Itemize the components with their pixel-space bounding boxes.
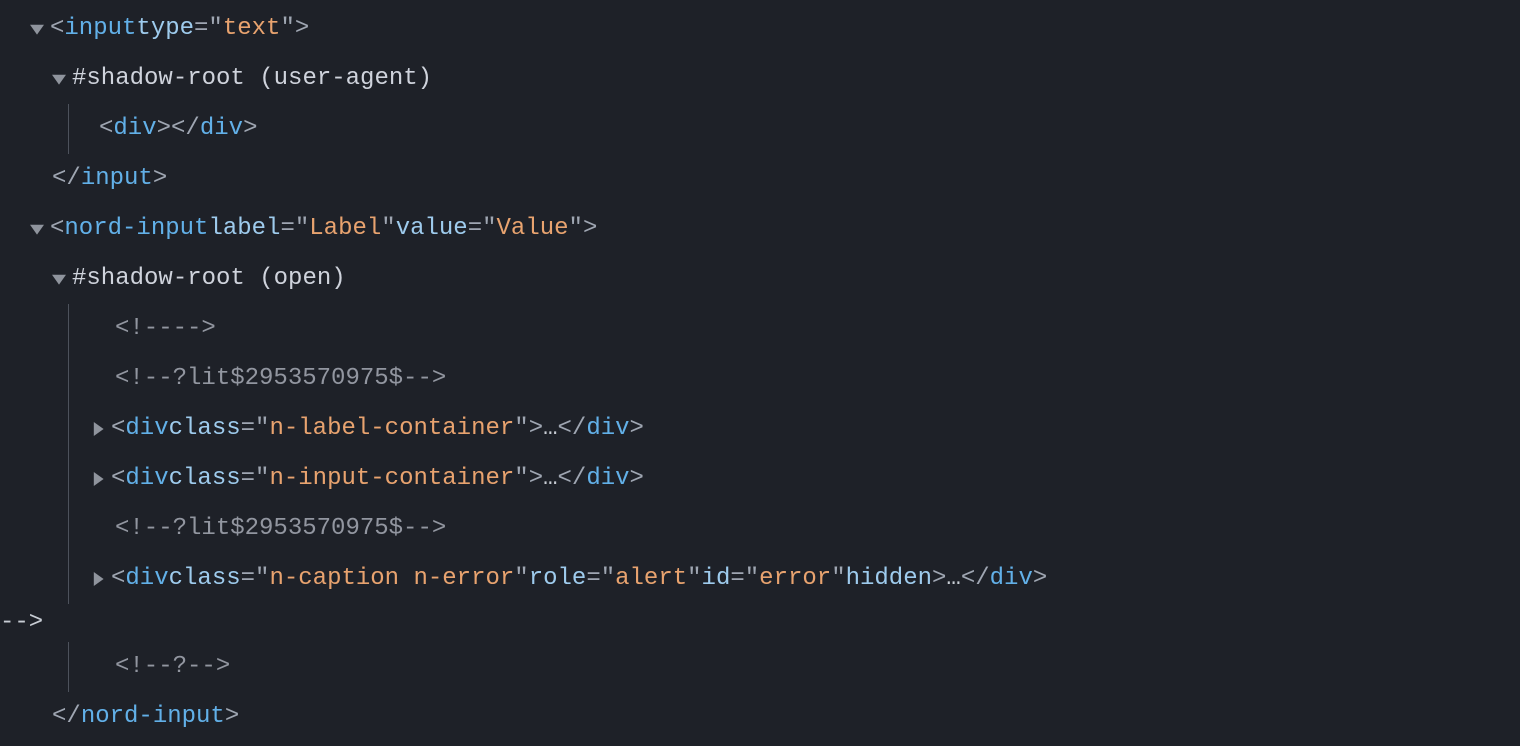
tag-name: input bbox=[81, 160, 153, 198]
tag-name: div bbox=[113, 110, 156, 148]
attr-value-id: error bbox=[759, 560, 831, 598]
attr-name-value: value bbox=[396, 210, 468, 248]
attr-name-label: label bbox=[208, 210, 280, 248]
comment-text: <!----> bbox=[115, 310, 216, 348]
open-bracket: < bbox=[50, 10, 64, 48]
chevron-down-icon[interactable] bbox=[50, 270, 68, 288]
dom-node-div-caption-error[interactable]: <div class="n-caption n-error" role="ale… bbox=[0, 554, 1520, 604]
attr-name-hidden: hidden bbox=[846, 560, 932, 598]
dom-node-div-label-container[interactable]: <div class="n-label-container">…</div> bbox=[0, 404, 1520, 454]
dom-node-input-close[interactable]: </input> bbox=[0, 154, 1520, 204]
attr-value-value: Value bbox=[497, 210, 569, 248]
tag-name: nord-input bbox=[64, 210, 208, 248]
comment-text: <!--?lit$2953570975$--> bbox=[115, 510, 446, 548]
attr-value-class: n-caption n-error bbox=[269, 560, 514, 598]
dom-node-div-input-container[interactable]: <div class=" n-input-container ">…</div> bbox=[0, 454, 1520, 504]
shadow-root-label: #shadow-root (user-agent) bbox=[72, 60, 432, 98]
tag-name: input bbox=[64, 10, 136, 48]
comment-node[interactable]: <!--?lit$2953570975$--> bbox=[0, 504, 1520, 554]
attr-value-type: text bbox=[223, 10, 281, 48]
ellipsis[interactable]: … bbox=[543, 410, 557, 448]
tag-name: div bbox=[125, 460, 168, 498]
shadow-root-user-agent[interactable]: #shadow-root (user-agent) bbox=[0, 54, 1520, 104]
attr-value-label: Label bbox=[309, 210, 381, 248]
attr-name-id: id bbox=[702, 560, 731, 598]
ellipsis[interactable]: … bbox=[543, 460, 557, 498]
attr-name-class: class bbox=[169, 460, 241, 498]
comment-text: <!--?lit$2953570975$--> bbox=[115, 360, 446, 398]
tag-name: div bbox=[125, 560, 168, 598]
tag-name: div bbox=[125, 410, 168, 448]
ellipsis[interactable]: … bbox=[946, 560, 960, 598]
shadow-root-open[interactable]: #shadow-root (open) bbox=[0, 254, 1520, 304]
chevron-right-icon[interactable] bbox=[89, 570, 107, 588]
dom-node-input-open[interactable]: <input type="text"> bbox=[0, 4, 1520, 54]
attr-value-role: alert bbox=[615, 560, 687, 598]
tag-name: nord-input bbox=[81, 698, 225, 736]
dom-node-nord-input-close[interactable]: </nord-input> bbox=[0, 692, 1520, 742]
attr-name-class: class bbox=[169, 410, 241, 448]
comment-node[interactable]: <!--?lit$2953570975$--> bbox=[0, 354, 1520, 404]
attr-value-class: n-input-container bbox=[269, 460, 514, 498]
dom-node-nord-input-open[interactable]: <nord-input label="Label" value="Value"> bbox=[0, 204, 1520, 254]
shadow-root-label: #shadow-root (open) bbox=[72, 260, 346, 298]
chevron-down-icon[interactable] bbox=[50, 70, 68, 88]
comment-node[interactable]: <!--?--> bbox=[0, 642, 1520, 692]
chevron-down-icon[interactable] bbox=[28, 220, 46, 238]
comment-node[interactable]: <!----> bbox=[0, 304, 1520, 354]
chevron-down-icon[interactable] bbox=[28, 20, 46, 38]
attr-name-role: role bbox=[529, 560, 587, 598]
dom-node-div-empty[interactable]: <div></div> bbox=[0, 104, 1520, 154]
comment-text: <!--?--> bbox=[115, 648, 230, 686]
chevron-right-icon[interactable] bbox=[89, 470, 107, 488]
chevron-right-icon[interactable] bbox=[89, 420, 107, 438]
attr-name-class: class bbox=[169, 560, 241, 598]
attr-name-type: type bbox=[136, 10, 194, 48]
attr-value-class: n-label-container bbox=[269, 410, 514, 448]
